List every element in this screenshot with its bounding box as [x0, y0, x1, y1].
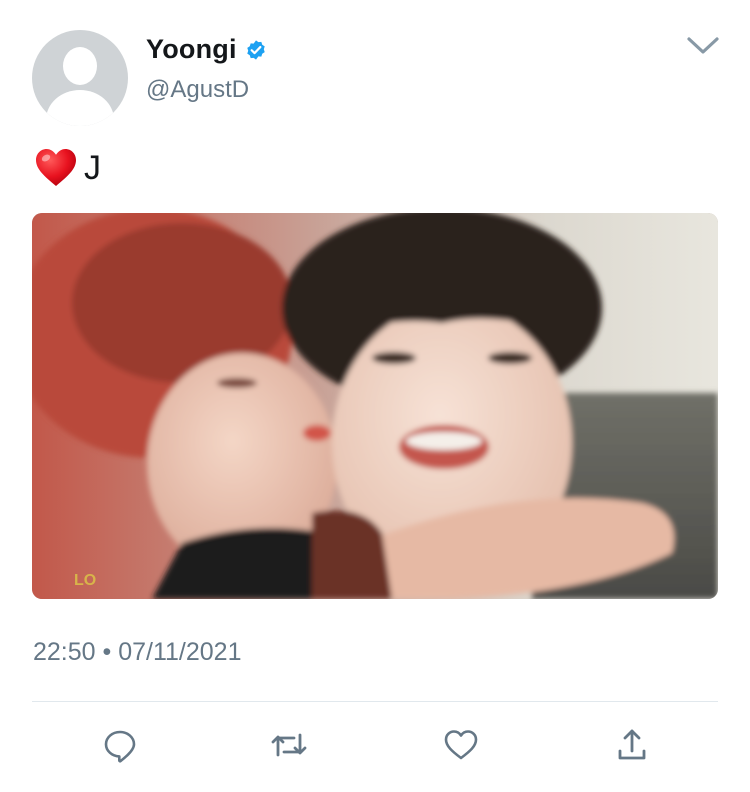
author-handle[interactable]: @AgustD — [146, 76, 249, 104]
like-button[interactable] — [441, 725, 481, 765]
tweet-body-text: J — [84, 149, 101, 187]
heart-outline-icon — [444, 730, 478, 760]
display-name[interactable]: Yoongi — [146, 34, 237, 65]
tweet-photo[interactable]: LO — [32, 213, 718, 599]
tweet-card: Yoongi @AgustD J LO 22:50 • 07/11/2021 — [0, 0, 750, 792]
avatar-head — [63, 47, 97, 85]
author-name-row[interactable]: Yoongi — [146, 34, 267, 65]
retweet-icon — [271, 733, 307, 757]
action-bar — [0, 725, 750, 765]
share-button[interactable] — [612, 725, 652, 765]
tweet-timestamp[interactable]: 22:50 • 07/11/2021 — [33, 638, 241, 667]
reply-icon — [104, 730, 136, 763]
reply-button[interactable] — [100, 725, 140, 765]
verified-badge-icon — [246, 39, 265, 60]
retweet-button[interactable] — [269, 725, 309, 765]
chevron-down-icon[interactable] — [686, 36, 720, 56]
divider — [32, 701, 718, 702]
tweet-text: J — [34, 146, 101, 190]
default-avatar-icon[interactable] — [32, 30, 128, 126]
avatar-shoulders — [46, 90, 114, 126]
photo-watermark: LO — [74, 572, 96, 589]
heart-emoji — [36, 149, 76, 186]
share-icon — [618, 729, 646, 760]
photo-illustration: LO — [32, 213, 718, 599]
